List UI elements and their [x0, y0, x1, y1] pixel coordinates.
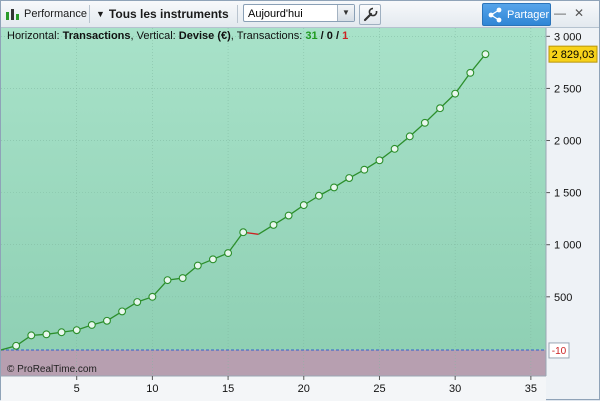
performance-window: Performance ▼ Tous les instruments Aujou… — [0, 0, 600, 401]
x-tick-label: 10 — [146, 383, 158, 395]
transactions-won: 31 — [305, 30, 317, 42]
trade-point — [481, 50, 490, 59]
period-select-value: Aujourd'hui — [248, 8, 303, 20]
vertical-prefix: , Vertical: — [131, 30, 179, 42]
bar-chart-icon — [6, 9, 19, 20]
y-tick-label: 500 — [554, 292, 572, 304]
share-icon — [488, 7, 502, 22]
trade-point — [436, 104, 444, 113]
trade-point — [314, 191, 323, 200]
trade-point — [118, 307, 127, 316]
last-value-tag: 2 829,03 — [548, 45, 598, 63]
toolbar-divider — [237, 5, 238, 23]
y-axis: 500 1 000 1 500 2 000 2 500 3 000 — [546, 31, 582, 304]
trade-point — [330, 183, 339, 192]
trade-point — [284, 211, 293, 220]
trade-point — [208, 255, 217, 264]
copyright-text: © ProRealTime.com — [7, 364, 97, 375]
chevron-down-icon[interactable]: ▼ — [337, 5, 354, 21]
y-tick-label: 3 000 — [554, 31, 582, 43]
performance-chart[interactable]: 500 1 000 1 500 2 000 2 500 3 000 5 10 15 20 25 30… — [1, 28, 600, 401]
horizontal-prefix: Horizontal: — [7, 30, 63, 42]
performance-menu[interactable]: Performance — [5, 1, 87, 27]
positive-zone — [1, 28, 546, 350]
x-tick-label: 35 — [525, 383, 537, 395]
vertical-value: Devise (€) — [179, 30, 231, 42]
instruments-dropdown[interactable]: ▼ Tous les instruments — [96, 1, 229, 27]
settings-button[interactable] — [359, 4, 381, 25]
trade-point — [57, 328, 66, 337]
instruments-label: Tous les instruments — [108, 7, 229, 21]
baseline-label: -10 — [552, 346, 567, 357]
trade-point — [224, 249, 233, 258]
chart-header: Horizontal: Transactions, Vertical: Devi… — [7, 30, 348, 42]
trade-point — [148, 292, 157, 301]
toolbar-divider — [89, 5, 90, 23]
caret-down-icon: ▼ — [96, 9, 105, 19]
trade-point — [133, 298, 142, 306]
transactions-sep: / — [333, 30, 342, 42]
y-tick-label: 1 000 — [554, 240, 582, 252]
trade-point — [103, 316, 111, 325]
trade-point — [163, 276, 172, 285]
trade-point — [269, 220, 278, 229]
x-tick-label: 5 — [74, 383, 80, 395]
period-select[interactable]: Aujourd'hui ▼ — [243, 4, 355, 22]
trade-point — [42, 330, 51, 339]
trade-point — [299, 201, 308, 210]
horizontal-value: Transactions — [63, 30, 131, 42]
trade-point — [390, 144, 399, 153]
toolbar: Performance ▼ Tous les instruments Aujou… — [1, 1, 599, 28]
trade-point — [375, 156, 384, 165]
wrench-icon — [363, 7, 378, 22]
minimize-icon[interactable]: — — [554, 6, 566, 20]
share-label: Partager — [507, 8, 550, 21]
share-button[interactable]: Partager — [482, 3, 551, 26]
transactions-lost: 1 — [342, 30, 348, 42]
trade-point — [466, 68, 475, 77]
y-tick-label: 2 000 — [554, 136, 582, 148]
trade-point — [360, 165, 369, 174]
trade-point — [87, 320, 96, 329]
transactions-sep: / — [318, 30, 327, 42]
baseline-tag: -10 — [548, 342, 570, 359]
trade-point — [405, 132, 414, 141]
trade-point — [345, 174, 354, 182]
trade-point — [420, 118, 429, 127]
trade-point — [239, 228, 248, 237]
x-tick-label: 20 — [298, 383, 310, 395]
y-tick-label: 1 500 — [554, 188, 582, 200]
trade-point — [27, 331, 36, 340]
x-tick-label: 25 — [373, 383, 385, 395]
trade-point — [72, 326, 81, 335]
last-value-label: 2 829,03 — [552, 49, 595, 61]
trade-point — [451, 89, 460, 98]
trade-point — [12, 341, 21, 350]
close-icon[interactable]: ✕ — [574, 6, 584, 20]
transactions-prefix: , Transactions: — [231, 30, 306, 42]
performance-label: Performance — [24, 8, 87, 20]
trade-point — [178, 274, 187, 283]
x-tick-label: 15 — [222, 383, 234, 395]
trade-point — [193, 261, 202, 270]
y-tick-label: 2 500 — [554, 83, 582, 95]
x-tick-label: 30 — [449, 383, 461, 395]
